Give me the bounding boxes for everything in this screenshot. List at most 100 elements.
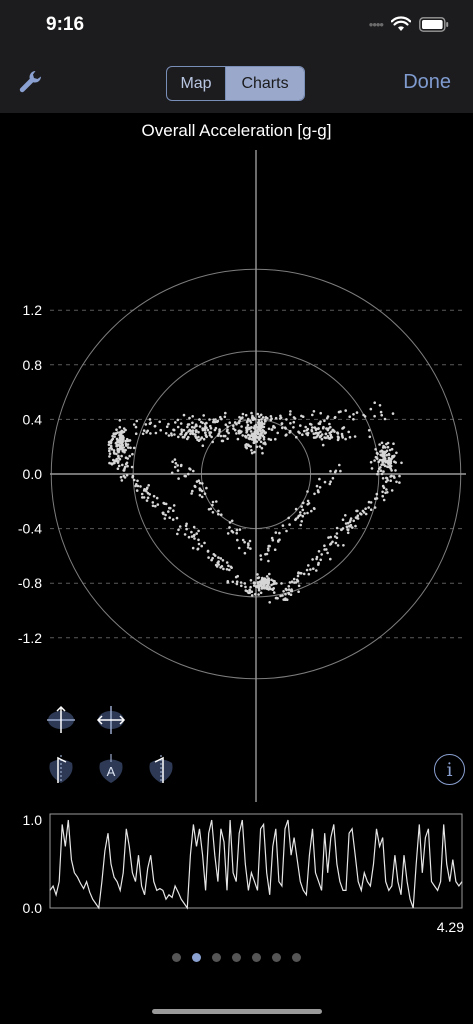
auto-orientation-icon[interactable]: A <box>96 753 126 790</box>
scatter-point <box>305 568 309 572</box>
segment-map[interactable]: Map <box>167 67 226 100</box>
scatter-point <box>254 423 258 427</box>
scatter-point <box>387 453 391 457</box>
page-indicator[interactable] <box>0 953 473 962</box>
done-button[interactable]: Done <box>403 71 451 94</box>
scatter-point <box>204 431 207 435</box>
scatter-point <box>207 556 210 559</box>
horizontal-axis-toggle-icon[interactable] <box>96 705 126 740</box>
scatter-point <box>382 452 386 456</box>
page-dot[interactable] <box>212 953 221 962</box>
scatter-point <box>155 496 159 500</box>
scatter-point <box>168 516 171 519</box>
scatter-point <box>301 514 305 518</box>
scatter-point <box>217 556 220 559</box>
scatter-point <box>386 461 389 464</box>
scatter-point <box>301 508 305 512</box>
scatter-point <box>321 443 325 447</box>
scatter-point <box>352 413 355 416</box>
scatter-point <box>277 540 280 543</box>
scatter-point <box>228 521 232 524</box>
scatter-point <box>116 467 120 471</box>
scatter-point <box>337 410 341 414</box>
scatter-point <box>297 584 301 588</box>
scatter-point <box>198 493 202 497</box>
scatter-point <box>385 453 389 457</box>
scatter-point <box>200 436 203 440</box>
scatter-point <box>113 432 117 435</box>
scatter-point <box>170 471 174 475</box>
scatter-point <box>285 529 288 533</box>
scatter-point <box>326 551 329 555</box>
scatter-point <box>260 446 264 450</box>
scatter-point <box>386 479 390 482</box>
scatter-point <box>374 448 377 451</box>
scatter-point <box>204 425 207 428</box>
page-dot[interactable] <box>192 953 201 962</box>
scatter-point <box>288 413 292 416</box>
scatter-point <box>261 434 264 438</box>
rotate-right-icon[interactable] <box>146 753 176 790</box>
scatter-point <box>132 423 136 426</box>
scatter-point <box>281 594 284 597</box>
scatter-point <box>235 432 238 435</box>
scatter-point <box>246 423 250 427</box>
scatter-point <box>315 557 318 561</box>
scatter-point <box>213 428 217 432</box>
scatter-point <box>306 431 310 435</box>
scatter-point <box>222 567 225 571</box>
scatter-point <box>221 439 225 443</box>
scatter-point <box>187 535 191 539</box>
scatter-point <box>279 416 283 420</box>
scatter-point <box>354 524 357 528</box>
scatter-point <box>249 430 253 433</box>
acceleration-timeline-chart[interactable]: 1.0 0.0 4.29 <box>0 810 473 940</box>
scatter-point <box>195 532 198 535</box>
scatter-point <box>257 418 261 422</box>
scatter-point <box>398 474 401 478</box>
scatter-point <box>395 480 398 484</box>
scatter-point <box>256 412 260 416</box>
scatter-point <box>339 469 342 473</box>
scatter-point <box>233 421 237 424</box>
scatter-point <box>280 582 283 585</box>
page-dot[interactable] <box>272 953 281 962</box>
vertical-axis-toggle-icon[interactable] <box>46 705 76 740</box>
scatter-point <box>193 484 197 488</box>
scatter-point <box>113 435 116 438</box>
wrench-icon[interactable] <box>18 69 44 95</box>
scatter-point <box>308 422 312 426</box>
scatter-point <box>285 598 289 601</box>
scatter-point <box>182 435 186 439</box>
scatter-point <box>235 531 238 535</box>
scatter-point <box>198 425 202 428</box>
info-button[interactable]: i <box>434 754 465 785</box>
info-icon: i <box>446 758 453 781</box>
scatter-point <box>394 469 397 472</box>
scatter-point <box>172 509 175 512</box>
scatter-point <box>311 558 314 561</box>
page-dot[interactable] <box>252 953 261 962</box>
rotate-left-icon[interactable] <box>46 753 76 790</box>
scatter-point <box>186 425 189 429</box>
scatter-point <box>192 469 195 473</box>
scatter-point <box>236 538 239 542</box>
scatter-point <box>379 410 383 414</box>
page-dot[interactable] <box>292 953 301 962</box>
scatter-point <box>124 439 127 443</box>
segment-charts[interactable]: Charts <box>226 67 304 100</box>
scatter-point <box>296 574 300 578</box>
scatter-point <box>378 404 382 407</box>
scatter-point <box>211 503 214 507</box>
scatter-point <box>226 437 229 441</box>
page-dot[interactable] <box>172 953 181 962</box>
scatter-point <box>373 506 377 509</box>
scatter-point <box>284 592 287 596</box>
scatter-point <box>325 548 328 551</box>
scatter-point <box>378 458 382 462</box>
scatter-point <box>238 528 242 531</box>
scatter-point <box>213 554 217 557</box>
page-dot[interactable] <box>232 953 241 962</box>
scatter-point <box>272 580 276 583</box>
scatter-point <box>237 421 240 424</box>
